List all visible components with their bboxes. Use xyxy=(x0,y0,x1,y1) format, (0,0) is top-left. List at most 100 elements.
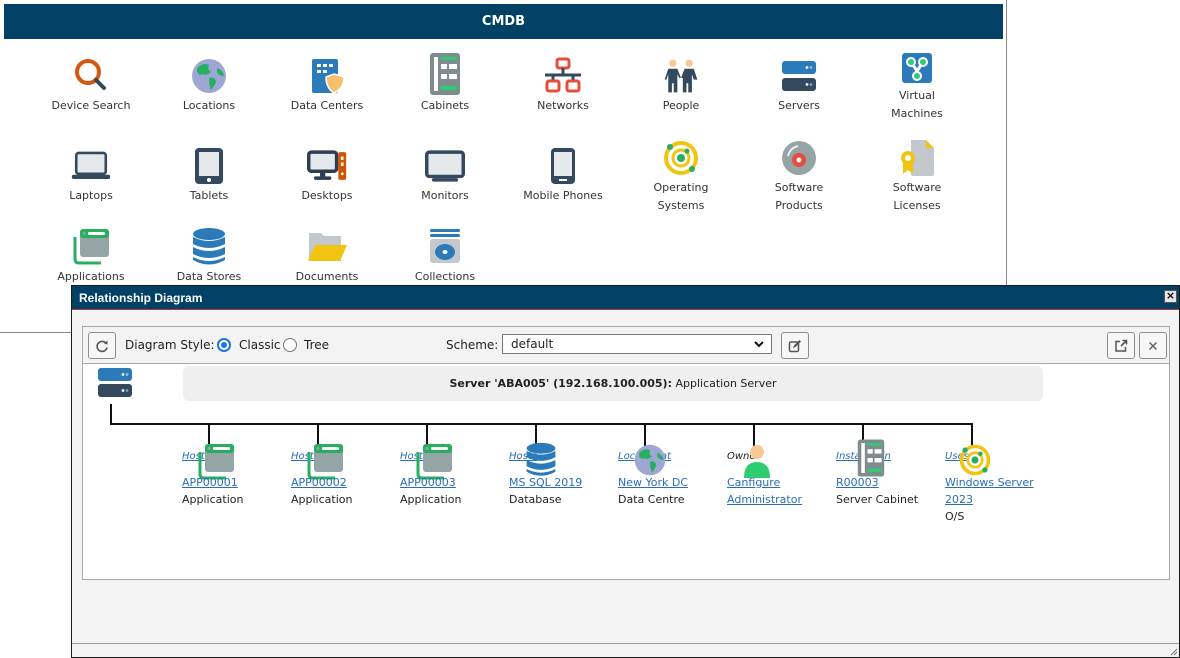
folder-icon xyxy=(307,227,347,267)
operating-system-icon xyxy=(661,138,701,178)
dialog-close-button[interactable]: × xyxy=(1164,290,1177,303)
tile-cabinets[interactable]: Cabinets xyxy=(390,52,500,115)
edit-scheme-button[interactable] xyxy=(781,332,809,359)
tile-label: Virtual Machines xyxy=(891,89,943,120)
open-external-button[interactable] xyxy=(1107,332,1135,359)
collection-disc-icon xyxy=(425,227,465,267)
node-type: Database xyxy=(509,493,562,506)
dialog-titlebar[interactable]: Relationship Diagram xyxy=(72,286,1179,310)
tile-label: Laptops xyxy=(69,189,113,202)
root-server-icon[interactable] xyxy=(97,366,133,403)
building-shield-icon xyxy=(307,56,347,96)
diagram-panel: Diagram Style: Classic Tree Scheme: defa… xyxy=(82,326,1170,580)
tile-monitors[interactable]: Monitors xyxy=(390,146,500,205)
diagram-style-label: Diagram Style: xyxy=(125,338,215,352)
tile-label: Locations xyxy=(182,99,236,112)
node-name-link[interactable]: R00003 xyxy=(836,474,879,491)
cmdb-panel: CMDB Device Search Locations Data Center… xyxy=(0,0,1007,333)
dialog-footer xyxy=(72,643,1179,657)
scheme-value: default xyxy=(511,337,554,351)
tile-label: Monitors xyxy=(421,189,469,202)
diagram-toolbar: Diagram Style: Classic Tree Scheme: defa… xyxy=(83,327,1169,364)
tile-label: Servers xyxy=(778,99,820,112)
node-name-link[interactable]: APP00003 xyxy=(400,474,456,491)
node-type: Application xyxy=(291,493,353,506)
tile-documents[interactable]: Documents xyxy=(272,227,382,286)
tile-data-centers[interactable]: Data Centers xyxy=(272,56,382,115)
tile-collections[interactable]: Collections xyxy=(390,227,500,286)
node-name-link[interactable]: APP00001 xyxy=(182,474,238,491)
cabinet-icon[interactable] xyxy=(856,437,896,477)
relationship-diagram-dialog: Relationship Diagram × Diagram Style: Cl… xyxy=(71,285,1180,658)
mobile-phone-icon xyxy=(543,146,583,186)
node-name-link[interactable]: New York DC xyxy=(618,474,688,491)
node-name-link[interactable]: Administrator xyxy=(727,491,802,508)
desktop-icon xyxy=(307,146,347,186)
tablet-icon xyxy=(189,146,229,186)
magnifier-icon xyxy=(71,56,111,96)
radio-tree[interactable] xyxy=(283,338,297,352)
node-name-link[interactable]: Canfigure xyxy=(727,474,780,491)
tile-label: Tablets xyxy=(189,189,229,202)
tile-locations[interactable]: Locations xyxy=(154,56,264,115)
tile-virtual-machines[interactable]: Virtual Machines xyxy=(862,50,972,123)
tile-label: Collections xyxy=(414,270,476,283)
close-diagram-button[interactable] xyxy=(1139,332,1167,359)
radio-tree-label[interactable]: Tree xyxy=(304,338,329,352)
external-link-icon xyxy=(1115,339,1128,352)
tile-data-stores[interactable]: Data Stores xyxy=(154,227,264,286)
tile-label: Documents xyxy=(295,270,359,283)
node-type: Server Cabinet xyxy=(836,493,919,506)
cabinet-icon xyxy=(425,52,465,96)
cmdb-header: CMDB xyxy=(4,4,1003,39)
node-name-link[interactable]: 2023 xyxy=(945,491,973,508)
chevron-down-icon xyxy=(754,341,764,348)
node-type: Data Centre xyxy=(618,493,685,506)
tile-mobile-phones[interactable]: Mobile Phones xyxy=(508,146,618,205)
tile-device-search[interactable]: Device Search xyxy=(36,56,146,115)
globe-icon xyxy=(189,56,229,96)
node-type: Application xyxy=(182,493,244,506)
tile-label: Device Search xyxy=(51,99,131,112)
tile-desktops[interactable]: Desktops xyxy=(272,146,382,205)
tile-tablets[interactable]: Tablets xyxy=(154,146,264,205)
close-icon xyxy=(1148,341,1158,350)
license-certificate-icon xyxy=(897,138,937,178)
tile-software-products[interactable]: Software Products xyxy=(744,138,854,215)
resize-grip-icon[interactable] xyxy=(1168,646,1178,656)
application-window-icon xyxy=(71,227,111,267)
tile-label: Data Stores xyxy=(176,270,242,283)
tile-label: Desktops xyxy=(301,189,353,202)
node-name-link[interactable]: MS SQL 2019 xyxy=(509,474,582,491)
tile-label: Networks xyxy=(537,99,589,112)
laptop-icon xyxy=(71,146,111,186)
close-icon: × xyxy=(1165,289,1176,302)
root-node-header: Server 'ABA005' (192.168.100.005): Appli… xyxy=(183,366,1043,401)
scheme-select[interactable]: default xyxy=(502,334,772,354)
node-name-link[interactable]: APP00002 xyxy=(291,474,347,491)
tile-operating-systems[interactable]: Operating Systems xyxy=(626,138,736,215)
refresh-button[interactable] xyxy=(88,332,116,359)
tile-networks[interactable]: Networks xyxy=(508,56,618,115)
radio-classic-label[interactable]: Classic xyxy=(239,338,281,352)
root-node-title: Server 'ABA005' (192.168.100.005): xyxy=(449,377,672,390)
radio-classic[interactable] xyxy=(217,338,231,352)
people-icon xyxy=(661,56,701,96)
tile-label: People xyxy=(662,99,700,112)
tile-label: Operating Systems xyxy=(653,181,709,212)
connector-line xyxy=(110,404,112,425)
tile-people[interactable]: People xyxy=(626,56,736,115)
node-name-link[interactable]: Windows Server xyxy=(945,474,1034,491)
dialog-title: Relationship Diagram xyxy=(79,291,203,305)
tile-servers[interactable]: Servers xyxy=(744,56,854,115)
tile-label: Mobile Phones xyxy=(523,189,603,202)
network-icon xyxy=(543,56,583,96)
database-icon xyxy=(189,227,229,267)
tile-software-licenses[interactable]: Software Licenses xyxy=(862,138,972,215)
tile-label: Applications xyxy=(57,270,125,283)
tile-label: Cabinets xyxy=(420,99,470,112)
server-icon xyxy=(779,56,819,96)
connector-line xyxy=(110,423,973,425)
tile-applications[interactable]: Applications xyxy=(36,227,146,286)
tile-laptops[interactable]: Laptops xyxy=(36,146,146,205)
